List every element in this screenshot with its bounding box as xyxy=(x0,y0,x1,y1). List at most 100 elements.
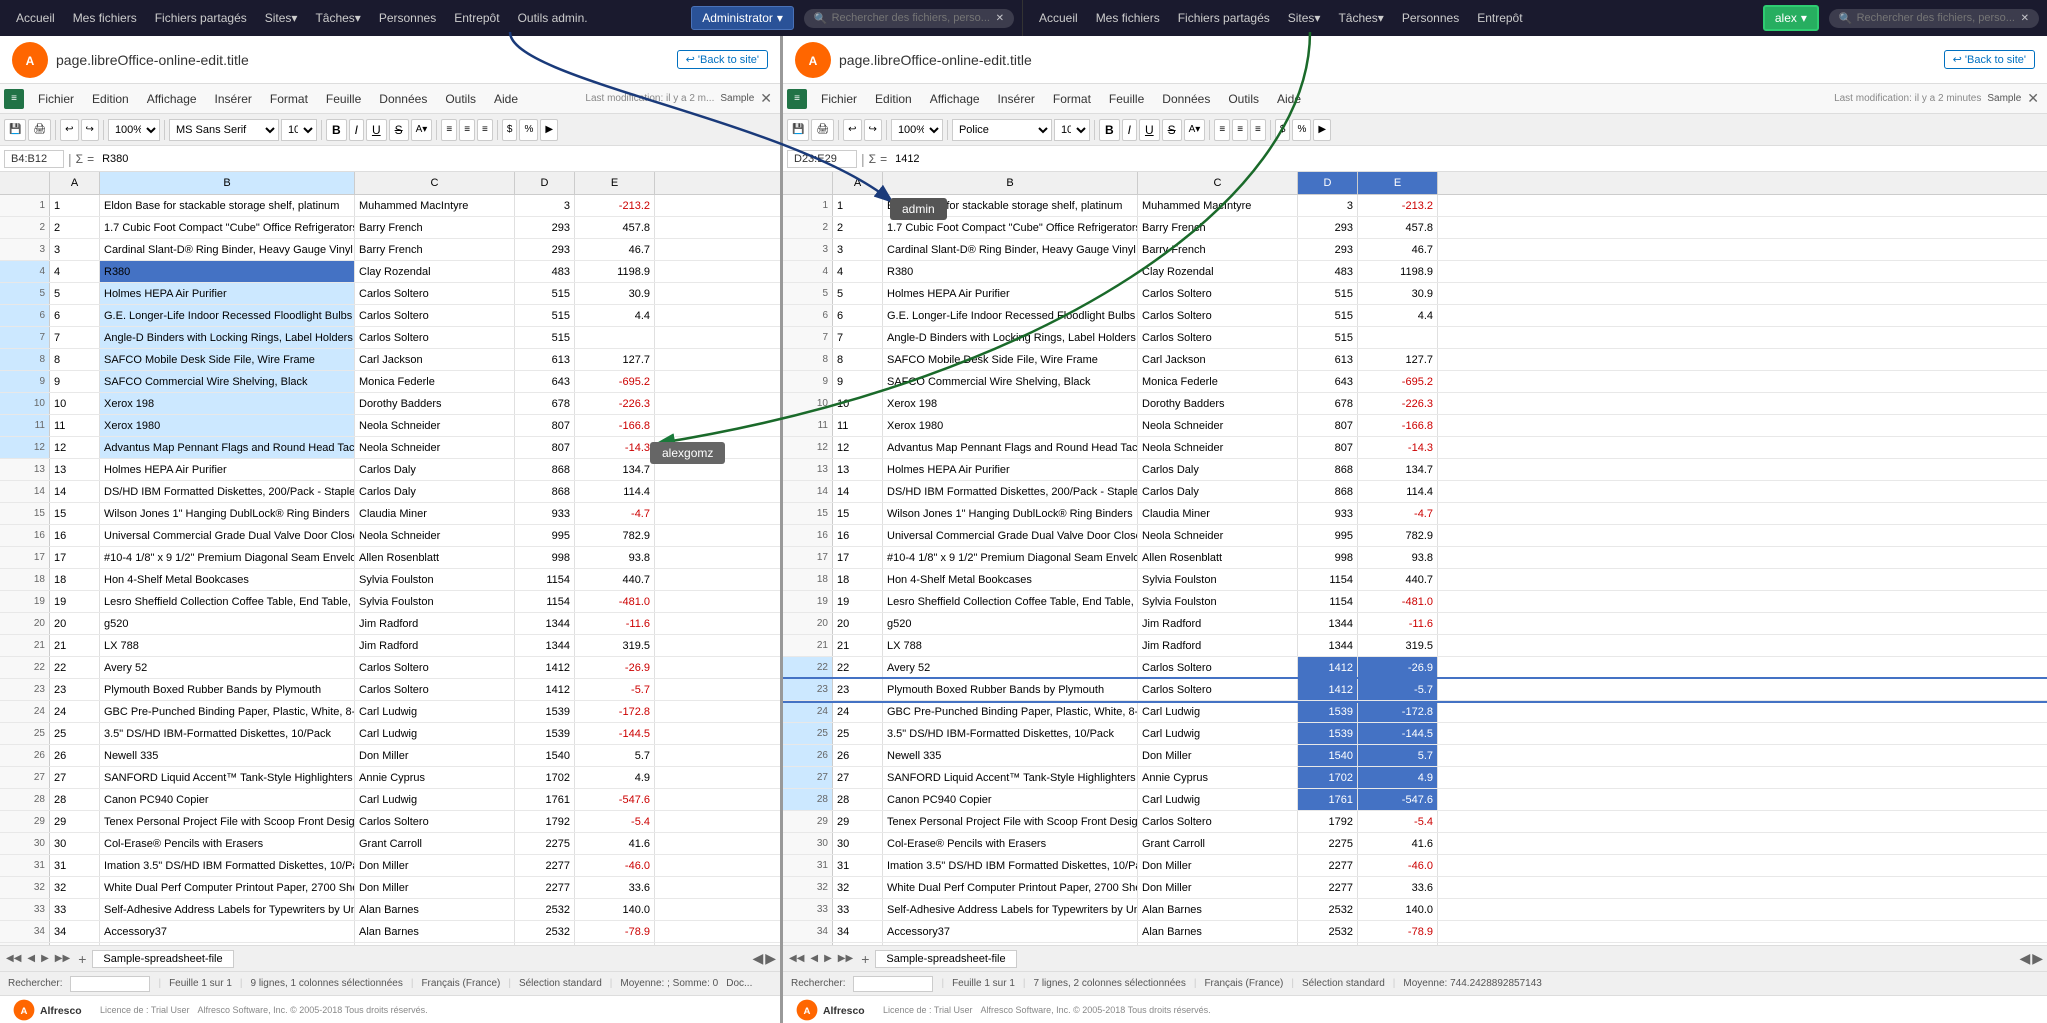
cell-a[interactable]: 25 xyxy=(50,723,100,744)
cell-b[interactable]: g520 xyxy=(883,613,1138,634)
nav-fichierspartages-right[interactable]: Fichiers partagés xyxy=(1170,7,1278,29)
font-size-left[interactable]: 10 xyxy=(281,119,317,141)
nav-personnes-left[interactable]: Personnes xyxy=(371,7,444,29)
cell-b[interactable]: GBC Pre-Punched Binding Paper, Plastic, … xyxy=(100,701,355,722)
cell-b[interactable]: Lesro Sheffield Collection Coffee Table,… xyxy=(100,591,355,612)
table-row[interactable]: 2828Canon PC940 CopierCarl Ludwig1761-54… xyxy=(783,789,2047,811)
cell-e[interactable]: -5.7 xyxy=(575,679,655,700)
nav-personnes-right[interactable]: Personnes xyxy=(1394,7,1467,29)
cell-c[interactable]: Jim Radford xyxy=(355,635,515,656)
nav-mesfichiers-right[interactable]: Mes fichiers xyxy=(1088,7,1168,29)
cell-b[interactable]: SAFCO Mobile Desk Side File, Wire Frame xyxy=(883,349,1138,370)
cell-d[interactable]: 643 xyxy=(515,371,575,392)
cell-c[interactable]: Carl Ludwig xyxy=(355,723,515,744)
cell-b[interactable]: Eldon Base for stackable storage shelf, … xyxy=(100,195,355,216)
cell-e[interactable]: 4.9 xyxy=(575,767,655,788)
nav-accueil-left[interactable]: Accueil xyxy=(8,7,63,29)
nav-mesfichiers-left[interactable]: Mes fichiers xyxy=(65,7,145,29)
cell-e[interactable]: 782.9 xyxy=(575,525,655,546)
cell-b[interactable]: SANFORD Liquid Accent™ Tank-Style Highli… xyxy=(100,767,355,788)
cell-d[interactable]: 1702 xyxy=(515,767,575,788)
cell-a[interactable]: 24 xyxy=(50,701,100,722)
table-row[interactable]: 77Angle-D Binders with Locking Rings, La… xyxy=(783,327,2047,349)
cell-a[interactable]: 8 xyxy=(50,349,100,370)
cell-b[interactable]: Angle-D Binders with Locking Rings, Labe… xyxy=(100,327,355,348)
cell-d[interactable]: 613 xyxy=(515,349,575,370)
cell-a[interactable]: 22 xyxy=(50,657,100,678)
tb-strikethrough-right[interactable]: S xyxy=(1162,119,1182,141)
cell-b[interactable]: 3.5" DS/HD IBM-Formatted Diskettes, 10/P… xyxy=(883,723,1138,744)
nav-taches-right[interactable]: Tâches▾ xyxy=(1330,7,1391,29)
cell-e[interactable]: -11.6 xyxy=(1358,613,1438,634)
table-row[interactable]: 2121LX 788Jim Radford1344319.5 xyxy=(0,635,780,657)
font-select-left[interactable]: MS Sans Serif xyxy=(169,119,279,141)
table-row[interactable]: 1212Advantus Map Pennant Flags and Round… xyxy=(783,437,2047,459)
tb-percent-left[interactable]: % xyxy=(519,119,538,141)
cell-a[interactable]: 18 xyxy=(833,569,883,590)
cell-d[interactable]: 2277 xyxy=(1298,877,1358,898)
cell-e[interactable]: 33.6 xyxy=(575,877,655,898)
cell-a[interactable]: 26 xyxy=(50,745,100,766)
cell-e[interactable]: 4.9 xyxy=(1358,767,1438,788)
tb-more2-right[interactable]: ▶ xyxy=(1313,119,1331,141)
nav-sites-left[interactable]: Sites▾ xyxy=(257,7,306,29)
cell-a[interactable]: 7 xyxy=(833,327,883,348)
nav-sites-right[interactable]: Sites▾ xyxy=(1280,7,1329,29)
tb-currency-right[interactable]: $ xyxy=(1275,119,1291,141)
cell-e[interactable]: 127.7 xyxy=(575,349,655,370)
cell-d[interactable]: 293 xyxy=(1298,239,1358,260)
back-to-site-right[interactable]: ↩ 'Back to site' xyxy=(1944,50,2035,69)
cell-e[interactable]: -46.0 xyxy=(1358,855,1438,876)
nav-prev-right[interactable]: ◀ xyxy=(808,951,820,966)
cell-c[interactable]: Jim Radford xyxy=(355,613,515,634)
cell-a[interactable]: 34 xyxy=(50,921,100,942)
cell-b[interactable]: SAFCO Commercial Wire Shelving, Black xyxy=(883,371,1138,392)
cell-e[interactable]: -695.2 xyxy=(575,371,655,392)
cell-c[interactable]: Barry French xyxy=(1138,239,1298,260)
table-row[interactable]: 99SAFCO Commercial Wire Shelving, BlackM… xyxy=(783,371,2047,393)
table-row[interactable]: 2929Tenex Personal Project File with Sco… xyxy=(0,811,780,833)
tb-align-center-right[interactable]: ≡ xyxy=(1232,119,1248,141)
table-row[interactable]: 3131Imation 3.5" DS/HD IBM Formatted Dis… xyxy=(783,855,2047,877)
scroll-right-left[interactable]: ▶ xyxy=(765,950,776,967)
cell-a[interactable]: 21 xyxy=(50,635,100,656)
cell-d[interactable]: 293 xyxy=(1298,217,1358,238)
cell-d[interactable]: 1540 xyxy=(515,745,575,766)
table-row[interactable]: 66G.E. Longer-Life Indoor Recessed Flood… xyxy=(783,305,2047,327)
cell-d[interactable]: 483 xyxy=(1298,261,1358,282)
cell-d[interactable]: 1539 xyxy=(515,723,575,744)
cell-a[interactable]: 17 xyxy=(833,547,883,568)
table-row[interactable]: 2222Avery 52Carlos Soltero1412-26.9 xyxy=(0,657,780,679)
cell-b[interactable]: Canon PC940 Copier xyxy=(100,789,355,810)
cell-a[interactable]: 10 xyxy=(833,393,883,414)
cell-e[interactable]: -226.3 xyxy=(1358,393,1438,414)
cell-d[interactable]: 1412 xyxy=(515,679,575,700)
menu-donnees-right[interactable]: Données xyxy=(1154,89,1218,109)
cell-b[interactable]: Hon 4-Shelf Metal Bookcases xyxy=(883,569,1138,590)
cell-e[interactable]: -14.3 xyxy=(575,437,655,458)
cell-c[interactable]: Carl Jackson xyxy=(355,349,515,370)
cell-b[interactable]: Holmes HEPA Air Purifier xyxy=(883,459,1138,480)
table-row[interactable]: 1111Xerox 1980Neola Schneider807-166.8 xyxy=(0,415,780,437)
cell-d[interactable]: 1539 xyxy=(515,701,575,722)
cell-d[interactable]: 2532 xyxy=(515,899,575,920)
cell-c[interactable]: Jim Radford xyxy=(1138,635,1298,656)
cell-b[interactable]: 3.5" DS/HD IBM-Formatted Diskettes, 10/P… xyxy=(100,723,355,744)
cell-e[interactable]: -481.0 xyxy=(575,591,655,612)
table-row[interactable]: 1515Wilson Jones 1" Hanging DublLock® Ri… xyxy=(0,503,780,525)
cell-c[interactable]: Jim Radford xyxy=(1138,613,1298,634)
cell-e[interactable]: 140.0 xyxy=(1358,899,1438,920)
add-sheet-left[interactable]: + xyxy=(74,951,90,967)
table-row[interactable]: 88SAFCO Mobile Desk Side File, Wire Fram… xyxy=(783,349,2047,371)
tb-underline-right[interactable]: U xyxy=(1139,119,1160,141)
cell-a[interactable]: 28 xyxy=(833,789,883,810)
cell-d[interactable]: 868 xyxy=(1298,459,1358,480)
cell-c[interactable]: Barry French xyxy=(1138,217,1298,238)
cell-b[interactable]: Wilson Jones 1" Hanging DublLock® Ring B… xyxy=(100,503,355,524)
cell-e[interactable]: 30.9 xyxy=(1358,283,1438,304)
cell-e[interactable]: 93.8 xyxy=(1358,547,1438,568)
table-row[interactable]: 1414DS/HD IBM Formatted Diskettes, 200/P… xyxy=(783,481,2047,503)
table-row[interactable]: 221.7 Cubic Foot Compact "Cube" Office R… xyxy=(783,217,2047,239)
close-btn-right[interactable]: ✕ xyxy=(2023,90,2043,107)
nav-last-left[interactable]: ▶▶ xyxy=(53,951,72,966)
